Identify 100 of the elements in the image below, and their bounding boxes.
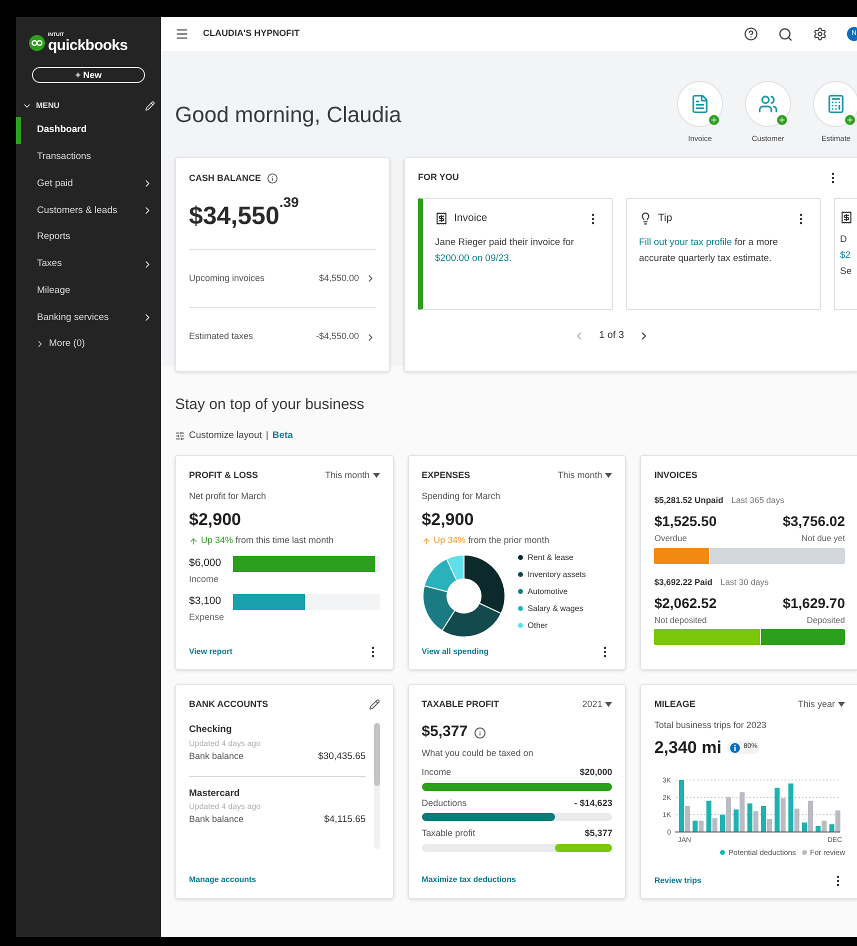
menu-heading: MENU: [36, 100, 60, 112]
logo-icon: [29, 35, 45, 51]
widget-title: INVOICES: [654, 468, 698, 482]
scrollbar-thumb[interactable]: [374, 723, 380, 786]
widget-title: BANK ACCOUNTS: [189, 698, 268, 711]
sidebar-item[interactable]: Taxes: [16, 250, 161, 278]
bar-label: Expense: [189, 611, 226, 624]
row-label: Taxable profit: [422, 827, 476, 840]
widget-title: PROFIT & LOSS: [189, 468, 258, 482]
maximize-deductions-link[interactable]: Maximize tax deductions: [422, 874, 612, 886]
bar-label: Income: [189, 572, 220, 586]
change-text: Up 34% from the prior month: [434, 534, 550, 548]
review-trips-link[interactable]: Review trips: [654, 874, 702, 887]
page-indicator: 1 of 3: [598, 329, 624, 343]
help-icon[interactable]: [744, 27, 758, 41]
separator-text: |: [266, 428, 268, 442]
account-name: Mastercard: [189, 786, 241, 801]
account-updated: Updated 4 days ago: [189, 738, 262, 750]
legend-label: Rent & lease: [528, 552, 574, 564]
receipt-icon: [840, 211, 853, 224]
card-message: Jane Rieger paid their invoice for $200.00 on 09/23.: [435, 236, 575, 266]
balance-label: Bank balance: [189, 813, 244, 826]
row-label: Deductions: [422, 796, 467, 810]
legend-label: Automotive: [528, 586, 568, 598]
info-icon[interactable]: [267, 173, 278, 184]
card-message: Fill out your tax profile for a more accurate quarterly tax estimate.: [639, 236, 779, 266]
balance-label: Bank balance: [189, 750, 244, 762]
beta-label: Beta: [272, 428, 293, 442]
sidebar-item[interactable]: Banking services: [16, 304, 161, 332]
receipt-icon: [435, 212, 448, 226]
caret-icon: [838, 702, 845, 707]
card-title: Tip: [658, 211, 672, 226]
row-label: Income: [422, 766, 452, 780]
widget-amount: $5,377: [422, 722, 468, 742]
widget-subtitle: Total business trips for 2023: [654, 719, 768, 732]
plus-badge-icon: [777, 115, 787, 125]
menu-icon[interactable]: [175, 27, 189, 41]
widget-amount: $2,900: [189, 508, 242, 531]
widget-amount: 2,340 mi: [654, 736, 722, 759]
change-text: Up 34% from this time last month: [201, 534, 334, 548]
card-text: D: [840, 233, 848, 247]
search-icon[interactable]: [778, 26, 793, 42]
invoice-total: $3,692.22 Paid: [654, 576, 712, 588]
widget-title: MILEAGE: [654, 698, 696, 711]
customize-label[interactable]: Customize layout: [189, 428, 262, 443]
invoice-label: Not deposited: [654, 614, 707, 626]
caret-icon: [372, 473, 380, 478]
sidebar-item[interactable]: More (0): [16, 331, 161, 358]
balance-row[interactable]: Estimated taxes -$4,550.00: [189, 308, 376, 366]
period-dropdown[interactable]: This month: [558, 468, 612, 482]
bar-value: $6,000: [189, 556, 222, 571]
period-label: Last 30 days: [720, 576, 769, 588]
period-label: Last 365 days: [731, 494, 784, 507]
row-value: - $14,623: [574, 796, 612, 810]
invoice-label: Deposited: [806, 614, 845, 626]
invoice-amount: $3,756.02: [782, 512, 845, 531]
info-icon: [730, 742, 740, 752]
plus-badge-icon: [709, 115, 719, 125]
caret-icon: [605, 473, 612, 478]
sidebar-item[interactable]: Transactions: [16, 144, 161, 171]
card-text: $2: [840, 249, 852, 263]
legend-label: Inventory assets: [528, 568, 586, 581]
legend-label: Other: [528, 620, 548, 632]
view-report-link[interactable]: View report: [189, 646, 232, 658]
sidebar-item[interactable]: Get paid: [16, 170, 161, 198]
period-dropdown[interactable]: This year: [798, 698, 845, 712]
invoice-amount: $1,525.50: [654, 512, 717, 531]
account-updated: Updated 4 days ago: [189, 801, 262, 813]
widget-subtitle: Net profit for March: [189, 490, 268, 504]
invoice-amount: $2,062.52: [654, 594, 717, 612]
card-text: Se: [840, 265, 853, 279]
sidebar-item[interactable]: Reports: [16, 224, 161, 251]
period-dropdown[interactable]: This month: [325, 468, 380, 482]
card-title: Invoice: [454, 211, 488, 226]
manage-accounts-link[interactable]: Manage accounts: [189, 874, 380, 886]
greeting-heading: Good morning, Claudia: [175, 101, 402, 129]
row-value: $5,377: [584, 827, 612, 840]
new-button[interactable]: + New: [32, 67, 145, 83]
invoice-label: Not due yet: [802, 532, 845, 545]
settings-icon[interactable]: [813, 27, 827, 41]
sliders-icon: [175, 430, 185, 441]
balance-row[interactable]: Upcoming invoices $4,550.00: [189, 250, 376, 308]
sidebar-item[interactable]: Customers & leads: [16, 197, 161, 224]
message-link[interactable]: $200.00 on 09/23.: [435, 252, 512, 264]
info-icon[interactable]: [474, 726, 486, 738]
cash-balance-amount: $34,550$^{.39}$: [189, 198, 376, 250]
sidebar-item[interactable]: Mileage: [16, 278, 161, 305]
balance-value: $4,115.65: [324, 813, 366, 827]
scrollbar-track[interactable]: [374, 723, 380, 850]
invoice-label: Overdue: [654, 532, 687, 545]
lightbulb-icon: [639, 212, 652, 226]
people-icon: [758, 94, 778, 114]
view-spending-link[interactable]: View all spending: [422, 646, 489, 658]
message-link[interactable]: Fill out your tax profile: [639, 236, 732, 248]
row-value: $20,000: [580, 766, 612, 780]
up-arrow-icon: [189, 536, 198, 546]
edit-icon[interactable]: [368, 699, 380, 710]
period-dropdown[interactable]: 2021: [582, 698, 612, 712]
account-name: Checking: [189, 723, 233, 738]
caret-icon: [605, 702, 612, 707]
